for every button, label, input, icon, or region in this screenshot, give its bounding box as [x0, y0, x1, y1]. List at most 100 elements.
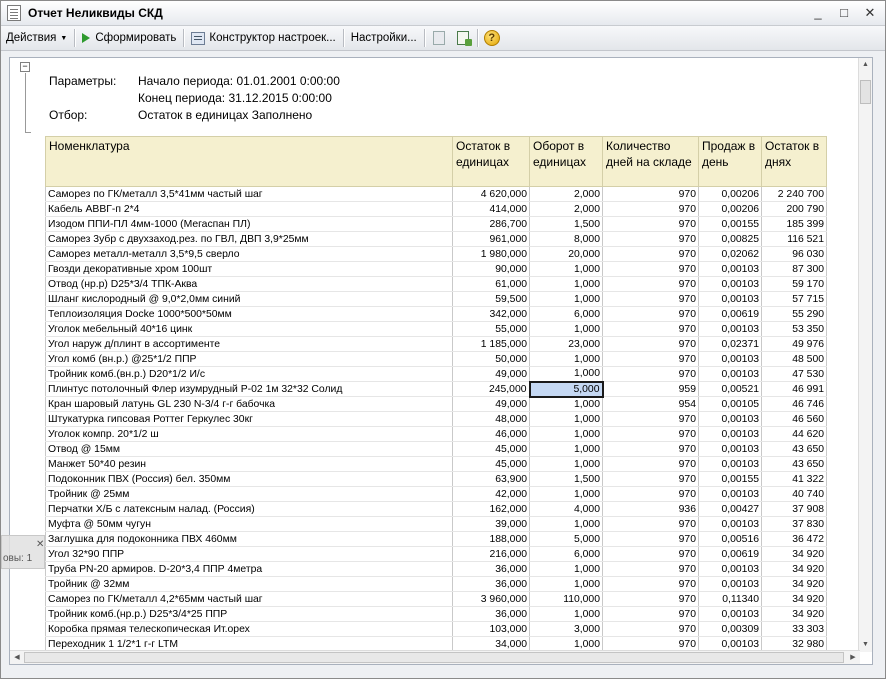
- table-row[interactable]: Тройник @ 25мм 42,000 1,000 970 0,00103 40 74…: [45, 486, 827, 502]
- table-cell[interactable]: 0,00103: [698, 426, 762, 442]
- table-row[interactable]: Манжет 50*40 резин 45,000 1,000 970 0,00103 4…: [45, 456, 827, 472]
- table-cell[interactable]: 34 920: [761, 576, 827, 592]
- table-row[interactable]: Саморез 3убр с двухзаход.рез. по ГВЛ, ДВ…: [45, 231, 827, 247]
- table-cell[interactable]: 43 650: [761, 441, 827, 457]
- table-cell[interactable]: 40 740: [761, 486, 827, 502]
- table-row[interactable]: Коробка прямая телескопическая Ит.орех 10…: [45, 621, 827, 637]
- table-cell[interactable]: Кран шаровый латунь GL 230 N-3/4 г-г баб…: [45, 396, 453, 412]
- table-cell[interactable]: 286,700: [452, 216, 530, 232]
- table-cell[interactable]: 46 746: [761, 396, 827, 412]
- table-cell[interactable]: 48 500: [761, 351, 827, 367]
- table-cell[interactable]: 3,000: [529, 621, 603, 637]
- table-cell[interactable]: 23,000: [529, 336, 603, 352]
- table-cell[interactable]: 39,000: [452, 516, 530, 532]
- table-cell[interactable]: 970: [602, 546, 699, 562]
- table-cell[interactable]: 1,000: [529, 456, 603, 472]
- table-cell[interactable]: 53 350: [761, 321, 827, 337]
- vertical-scrollbar[interactable]: ▲ ▼: [858, 58, 872, 652]
- table-row[interactable]: Заглушка для подоконника ПВХ 460мм 188,00…: [45, 531, 827, 547]
- table-cell[interactable]: 37 830: [761, 516, 827, 532]
- table-cell[interactable]: 200 790: [761, 201, 827, 217]
- table-cell[interactable]: Подоконник ПВХ (Россия) бел. 350мм: [45, 471, 453, 487]
- table-cell[interactable]: 0,02062: [698, 246, 762, 262]
- table-cell[interactable]: 1,000: [529, 486, 603, 502]
- table-cell[interactable]: 1,000: [529, 321, 603, 337]
- table-cell[interactable]: 55,000: [452, 321, 530, 337]
- table-cell[interactable]: Тройник @ 25мм: [45, 486, 453, 502]
- table-cell[interactable]: 0,00206: [698, 201, 762, 217]
- table-cell[interactable]: 49,000: [452, 396, 530, 412]
- table-cell[interactable]: 1,000: [529, 561, 603, 577]
- table-cell[interactable]: 90,000: [452, 261, 530, 277]
- table-row[interactable]: Штукатурка гипсовая Роттег Геркулес 30кг…: [45, 411, 827, 427]
- table-cell[interactable]: 0,00427: [698, 501, 762, 517]
- table-cell[interactable]: 0,00155: [698, 216, 762, 232]
- table-cell[interactable]: 961,000: [452, 231, 530, 247]
- table-cell[interactable]: 1,000: [529, 291, 603, 307]
- table-cell[interactable]: 87 300: [761, 261, 827, 277]
- table-cell[interactable]: Плинтус потолочный Флер изумрудный Р-02 …: [45, 381, 453, 397]
- actions-menu-button[interactable]: Действия ▼: [1, 28, 72, 49]
- table-cell[interactable]: 0,02371: [698, 336, 762, 352]
- table-cell[interactable]: 33 303: [761, 621, 827, 637]
- table-cell[interactable]: 1,000: [529, 396, 603, 412]
- table-cell[interactable]: 1,000: [529, 351, 603, 367]
- table-cell[interactable]: 1,500: [529, 216, 603, 232]
- table-cell[interactable]: 1 980,000: [452, 246, 530, 262]
- table-cell[interactable]: Штукатурка гипсовая Роттег Геркулес 30кг: [45, 411, 453, 427]
- table-cell[interactable]: 970: [602, 201, 699, 217]
- table-cell[interactable]: 0,00206: [698, 186, 762, 202]
- table-cell[interactable]: 42,000: [452, 486, 530, 502]
- table-cell[interactable]: 0,00521: [698, 381, 762, 397]
- table-cell[interactable]: Отвод @ 15мм: [45, 441, 453, 457]
- table-cell[interactable]: 2,000: [529, 186, 603, 202]
- scroll-left-icon[interactable]: ◀: [10, 651, 24, 664]
- table-row[interactable]: Тройник комб.(вн.р.) D20*1/2 И/с 49,000 1,…: [45, 366, 827, 382]
- table-cell[interactable]: 34 920: [761, 561, 827, 577]
- table-cell[interactable]: 46 560: [761, 411, 827, 427]
- table-row[interactable]: Труба PN-20 армиров. D-20*3,4 ППР 4метра…: [45, 561, 827, 577]
- table-row[interactable]: Теплоизоляция Docke 1000*500*50мм 342,000…: [45, 306, 827, 322]
- table-cell[interactable]: 970: [602, 516, 699, 532]
- table-row[interactable]: Отвод @ 15мм 45,000 1,000 970 0,00103 43 650: [45, 441, 827, 457]
- table-cell[interactable]: 245,000: [452, 381, 530, 397]
- table-cell[interactable]: 970: [602, 246, 699, 262]
- table-cell[interactable]: 185 399: [761, 216, 827, 232]
- close-button[interactable]: ✕: [861, 5, 879, 21]
- table-cell[interactable]: 3 960,000: [452, 591, 530, 607]
- scroll-thumb[interactable]: [24, 652, 844, 663]
- minimize-button[interactable]: _: [809, 5, 827, 21]
- horizontal-scrollbar[interactable]: ◀ ▶: [10, 650, 860, 664]
- table-cell[interactable]: 0,00103: [698, 606, 762, 622]
- table-cell[interactable]: 0,00103: [698, 441, 762, 457]
- table-cell[interactable]: 96 030: [761, 246, 827, 262]
- table-row[interactable]: Угол наруж д/плинт в ассортименте 1 185,0…: [45, 336, 827, 352]
- table-cell[interactable]: Саморез по ГК/металл 3,5*41мм частый шаг: [45, 186, 453, 202]
- table-cell[interactable]: Уголок компр. 20*1/2 ш: [45, 426, 453, 442]
- table-cell[interactable]: 970: [602, 186, 699, 202]
- table-cell[interactable]: 1,000: [529, 516, 603, 532]
- table-cell[interactable]: 970: [602, 351, 699, 367]
- table-cell[interactable]: 1,000: [529, 411, 603, 427]
- export-button[interactable]: [453, 28, 473, 48]
- table-cell[interactable]: 0,00103: [698, 486, 762, 502]
- scroll-right-icon[interactable]: ▶: [846, 651, 860, 664]
- table-cell[interactable]: 1,000: [529, 426, 603, 442]
- table-cell[interactable]: 970: [602, 576, 699, 592]
- table-cell[interactable]: 45,000: [452, 441, 530, 457]
- table-cell[interactable]: 5,000: [528, 380, 604, 398]
- table-row[interactable]: Муфта @ 50мм чугун 39,000 1,000 970 0,00103 3…: [45, 516, 827, 532]
- table-cell[interactable]: Тройник @ 32мм: [45, 576, 453, 592]
- table-cell[interactable]: 970: [602, 231, 699, 247]
- table-cell[interactable]: 959: [602, 381, 699, 397]
- table-cell[interactable]: 37 908: [761, 501, 827, 517]
- table-cell[interactable]: 970: [602, 216, 699, 232]
- table-cell[interactable]: 6,000: [529, 546, 603, 562]
- table-cell[interactable]: 0,00309: [698, 621, 762, 637]
- table-cell[interactable]: 1,000: [529, 276, 603, 292]
- table-cell[interactable]: 1,000: [529, 441, 603, 457]
- table-cell[interactable]: Заглушка для подоконника ПВХ 460мм: [45, 531, 453, 547]
- table-row[interactable]: Уголок мебельный 40*16 цинк 55,000 1,000 97…: [45, 321, 827, 337]
- table-cell[interactable]: 0,00103: [698, 261, 762, 277]
- column-header-balance-days[interactable]: Остаток в днях: [761, 136, 827, 187]
